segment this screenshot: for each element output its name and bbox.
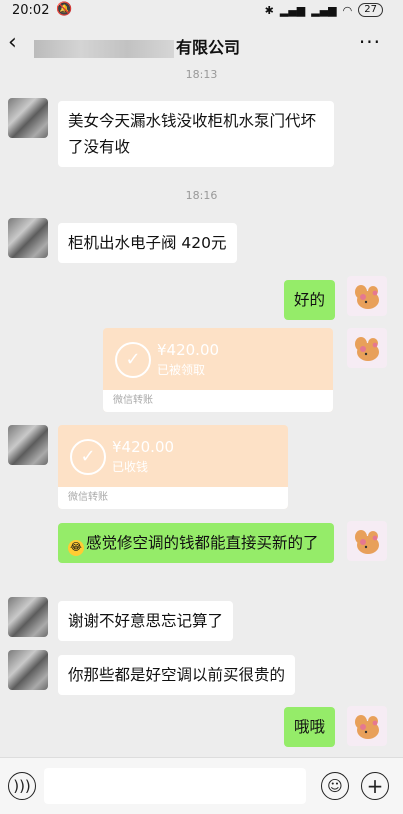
transfer-status: 已被领取 <box>157 363 206 377</box>
transfer-label: 微信转账 <box>113 395 153 406</box>
message-bubble: 谢谢不好意思忘记算了 <box>58 601 234 641</box>
emoji-icon[interactable]: ☺ <box>321 772 349 800</box>
signal-icon: ▂▄▆ <box>279 3 306 17</box>
chat-title-suffix: 有限公司 <box>176 38 241 57</box>
chat-header: ‹ 有限公司 ··· <box>0 22 403 66</box>
avatar[interactable] <box>8 650 48 690</box>
avatar[interactable] <box>347 706 387 746</box>
battery-icon: 27 <box>358 3 383 17</box>
check-icon: ✓ <box>115 342 151 378</box>
message-bubble: 😂 感觉修空调的钱都能直接买新的了 <box>58 523 334 563</box>
message-bubble: 好的 <box>284 280 336 320</box>
transfer-label: 微信转账 <box>68 492 108 503</box>
message-bubble: 你那些都是好空调以前买很贵的 <box>58 655 296 695</box>
plus-icon[interactable]: + <box>361 772 389 800</box>
message-bubble: 柜机出水电子阀 420元 <box>58 223 237 263</box>
back-icon[interactable]: ‹ <box>8 32 17 54</box>
mute-icon: 🔕 <box>56 2 73 17</box>
avatar[interactable] <box>8 98 48 138</box>
wifi-icon: ◠ <box>342 3 353 17</box>
dog-avatar-icon <box>355 337 379 361</box>
status-time: 20:02 <box>12 3 50 18</box>
dog-avatar-icon <box>355 285 379 309</box>
more-icon[interactable]: ··· <box>359 30 381 54</box>
chat-title: 有限公司 <box>34 34 240 58</box>
signal-icon-2: ▂▄▆ <box>311 3 337 17</box>
avatar[interactable] <box>347 276 387 316</box>
avatar[interactable] <box>347 328 387 368</box>
status-icons: ✱ ▂▄▆ ▂▄▆ ◠ 27 <box>265 3 383 17</box>
avatar[interactable] <box>8 597 48 637</box>
redacted-name <box>34 39 174 58</box>
transfer-status: 已收钱 <box>112 460 149 474</box>
bluetooth-icon: ✱ <box>264 3 274 17</box>
dog-avatar-icon <box>355 530 379 554</box>
message-text: 感觉修空调的钱都能直接买新的了 <box>86 534 319 552</box>
message-bubble: 哦哦 <box>284 707 336 747</box>
avatar[interactable] <box>8 425 48 465</box>
laugh-cry-emoji-icon: 😂 <box>68 540 84 556</box>
message-input[interactable] <box>44 768 306 804</box>
avatar[interactable] <box>8 218 48 258</box>
transfer-card[interactable]: ✓ ¥420.00 已收钱 微信转账 <box>58 425 288 509</box>
transfer-amount: ¥420.00 <box>157 341 220 359</box>
input-bar: ))) ☺ + <box>0 757 403 814</box>
avatar[interactable] <box>347 521 387 561</box>
voice-icon[interactable]: ))) <box>8 772 36 800</box>
dog-avatar-icon <box>355 715 379 739</box>
timestamp: 18:16 <box>185 189 218 202</box>
transfer-card[interactable]: ✓ ¥420.00 已被领取 微信转账 <box>103 328 333 412</box>
check-icon: ✓ <box>70 439 106 475</box>
message-bubble: 美女今天漏水钱没收柜机水泵门代坏了没有收 <box>58 101 334 167</box>
timestamp: 18:13 <box>185 68 218 81</box>
transfer-amount: ¥420.00 <box>112 438 175 456</box>
status-bar: 20:02 🔕 ✱ ▂▄▆ ▂▄▆ ◠ 27 <box>0 0 403 22</box>
